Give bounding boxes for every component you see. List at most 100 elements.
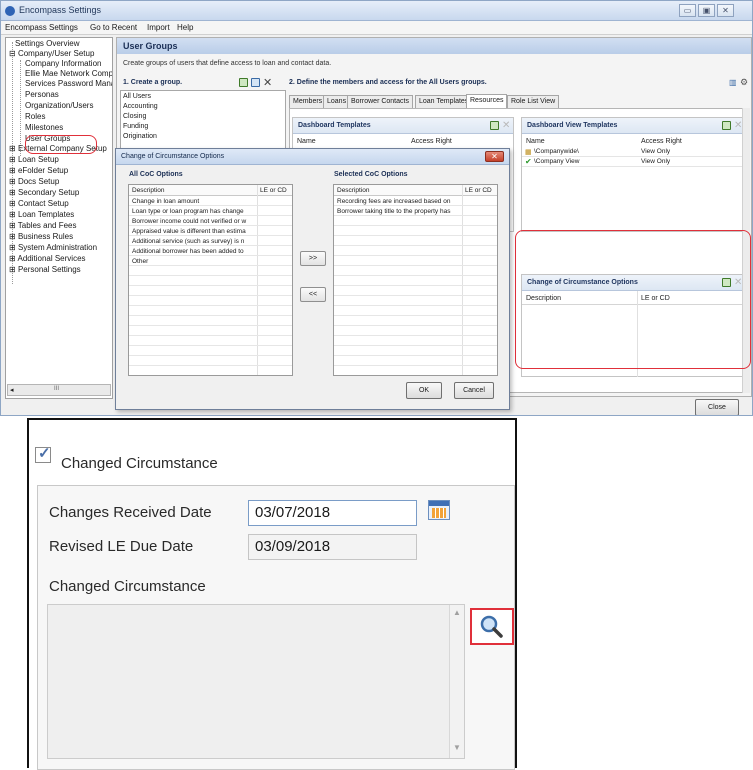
dashboard-view-col-access: Access Right [641, 138, 682, 145]
add-selected-button[interactable]: >> [300, 251, 326, 266]
tab-borrower-contacts[interactable]: Borrower Contacts [347, 95, 413, 108]
magnifier-search-icon[interactable] [472, 610, 512, 643]
scroll-up-arrow-icon[interactable]: ▲ [453, 608, 461, 617]
tree-item-docs-setup[interactable]: ⊞ Docs Setup [9, 177, 59, 187]
scroll-left-arrow-icon[interactable]: ◂ [10, 386, 14, 394]
menu-import[interactable]: Import [147, 23, 170, 32]
dashboard-templates-title: Dashboard Templates [298, 122, 371, 129]
tree-item-tables-and-fees[interactable]: ⊞ Tables and Fees [9, 221, 76, 231]
checkmark-icon: ✓ [38, 445, 51, 462]
copy-group-icon[interactable] [251, 78, 260, 87]
coc-options-dialog: Change of Circumstance Options ✕ All CoC… [115, 148, 510, 410]
group-item[interactable]: Accounting [123, 103, 158, 110]
changes-received-date-input[interactable]: 03/07/2018 [248, 500, 417, 526]
settings-icon[interactable]: ⚙ [740, 77, 748, 88]
window-title: Encompass Settings [19, 5, 102, 15]
ok-button[interactable]: OK [406, 382, 442, 399]
menu-go-to-recent[interactable]: Go to Recent [90, 23, 137, 32]
tree-item-milestones[interactable]: Milestones [25, 123, 63, 133]
tree-item-company-user-setup[interactable]: ⊟ Company/User Setup [9, 49, 94, 59]
list-item[interactable]: Additional service (such as survey) is n [129, 237, 292, 246]
cancel-button[interactable]: Cancel [454, 382, 494, 399]
dialog-title: Change of Circumstance Options [121, 153, 225, 160]
tree-item-efolder-setup[interactable]: ⊞ eFolder Setup [9, 166, 68, 176]
tree-item-additional-services[interactable]: ⊞ Additional Services [9, 254, 86, 264]
coc-lookup-button-highlight[interactable] [470, 608, 514, 645]
tab-members[interactable]: Members [289, 95, 327, 108]
revised-le-due-date-label: Revised LE Due Date [49, 538, 194, 555]
dashboard-templates-header: Dashboard Templates ✕ [293, 118, 513, 134]
tree-item-contact-setup[interactable]: ⊞ Contact Setup [9, 199, 69, 209]
tree-item-personas[interactable]: Personas [25, 90, 59, 100]
dashboard-templates-col-name: Name [297, 138, 316, 145]
minimize-button[interactable]: ▭ [679, 4, 696, 17]
remove-dashboard-template-icon[interactable]: ✕ [502, 121, 510, 131]
group-item[interactable]: Closing [123, 113, 146, 120]
scroll-thumb-grip: III [54, 386, 60, 392]
tree-item-loan-setup[interactable]: ⊞ Loan Setup [9, 155, 59, 165]
table-row[interactable]: ✔ \Company View View Only [522, 157, 745, 167]
scroll-down-arrow-icon[interactable]: ▼ [453, 743, 461, 752]
group-item[interactable]: All Users [123, 93, 151, 100]
menu-encompass-settings[interactable]: Encompass Settings [5, 23, 78, 32]
changed-circumstance-form: ✓ Changed Circumstance Changes Received … [27, 418, 517, 770]
remove-selected-button[interactable]: << [300, 287, 326, 302]
groups-list: All Users Accounting Closing Funding Ori… [120, 90, 286, 152]
dashboard-view-templates-header: Dashboard View Templates ✕ [522, 118, 745, 134]
close-window-button[interactable]: ✕ [717, 4, 734, 17]
add-group-icon[interactable] [239, 78, 248, 87]
selected-col-description: Description [337, 187, 370, 194]
tree-horizontal-scrollbar[interactable]: ◂ III [7, 384, 111, 396]
group-item[interactable]: Funding [123, 123, 148, 130]
close-button[interactable]: Close [695, 399, 739, 415]
settings-tree: Settings Overview ⊟ Company/User Setup C… [5, 37, 113, 399]
tree-item-organization-users[interactable]: Organization/Users [25, 101, 93, 111]
folder-icon: ▦ [525, 149, 532, 156]
list-item[interactable]: Change in loan amount [129, 197, 292, 206]
changed-circumstance-checkbox-label: Changed Circumstance [61, 455, 218, 472]
list-item[interactable]: Other [129, 257, 292, 266]
table-row[interactable]: ▦ \Companywide\ View Only [522, 148, 745, 157]
tree-item-ellie-mae-network-company[interactable]: Ellie Mae Network Company [25, 69, 112, 79]
tree-item-company-information[interactable]: Company Information [25, 59, 101, 69]
tree-item-services-password-manager[interactable]: Services Password Manager [25, 79, 112, 89]
dashboard-templates-col-access: Access Right [411, 138, 452, 145]
dialog-title-bar: Change of Circumstance Options ✕ [116, 149, 509, 165]
add-dashboard-template-icon[interactable] [490, 121, 499, 130]
title-bar: Encompass Settings ▭ ▣ ✕ [1, 1, 752, 21]
group-item[interactable]: Origination [123, 133, 157, 140]
tree-item-personal-settings[interactable]: ⊞ Personal Settings [9, 265, 81, 275]
list-item[interactable]: Additional borrower has been added to [129, 247, 292, 256]
selected-coc-options-list: Description LE or CD Recording fees are … [333, 184, 498, 376]
all-coc-options-list: Description LE or CD Change in loan amou… [128, 184, 293, 376]
list-item[interactable]: Appraised value is different than estima [129, 227, 292, 236]
dialog-close-button[interactable]: ✕ [485, 151, 504, 162]
tree-item-settings-overview[interactable]: Settings Overview [15, 39, 79, 49]
list-item[interactable]: Recording fees are increased based on [334, 197, 497, 206]
list-item[interactable]: Borrower taking title to the property ha… [334, 207, 497, 216]
maximize-button[interactable]: ▣ [698, 4, 715, 17]
dashboard-view-col-name: Name [526, 138, 545, 145]
list-item[interactable]: Borrower income could not verified or w [129, 217, 292, 226]
revised-le-due-date-input[interactable]: 03/09/2018 [248, 534, 417, 560]
tab-role-list-view[interactable]: Role List View [507, 95, 560, 108]
add-dashboard-view-icon[interactable] [722, 121, 731, 130]
tree-item-loan-templates[interactable]: ⊞ Loan Templates [9, 210, 74, 220]
all-col-description: Description [132, 187, 165, 194]
changed-circumstance-textarea[interactable] [47, 604, 465, 759]
tree-item-secondary-setup[interactable]: ⊞ Secondary Setup [9, 188, 79, 198]
page-subtitle: Create groups of users that define acces… [123, 60, 332, 67]
tree-item-business-rules[interactable]: ⊞ Business Rules [9, 232, 73, 242]
menu-help[interactable]: Help [177, 23, 193, 32]
tree-item-roles[interactable]: Roles [25, 112, 45, 122]
tab-loan-templates[interactable]: Loan Templates [415, 95, 473, 108]
export-icon[interactable]: ▥ [729, 78, 737, 87]
textarea-vertical-scrollbar[interactable]: ▲ ▼ [449, 605, 464, 758]
calendar-icon[interactable] [428, 500, 450, 520]
all-coc-options-title: All CoC Options [129, 171, 183, 178]
tree-item-system-administration[interactable]: ⊞ System Administration [9, 243, 97, 253]
dashboard-view-templates-title: Dashboard View Templates [527, 122, 618, 129]
tab-resources[interactable]: Resources [466, 94, 508, 108]
list-item[interactable]: Loan type or loan program has change [129, 207, 292, 216]
delete-group-icon[interactable]: ✕ [263, 76, 272, 89]
